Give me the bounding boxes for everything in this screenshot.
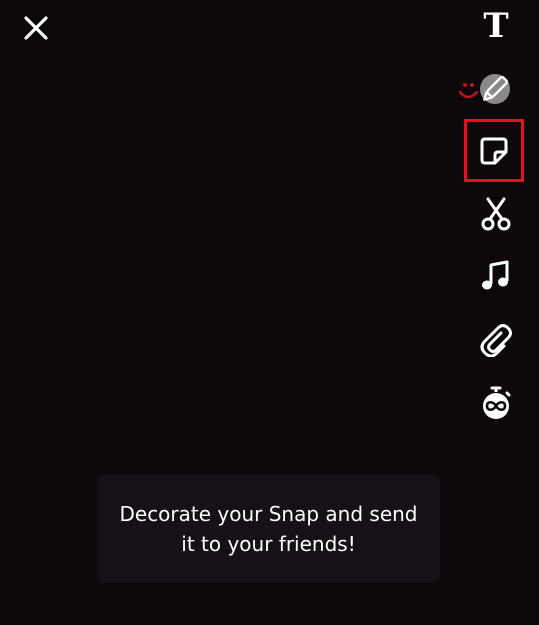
timer-infinity-icon <box>483 386 511 419</box>
scissors-tool-button[interactable] <box>470 188 522 240</box>
music-note-icon <box>482 260 509 290</box>
scissors-icon <box>481 197 511 231</box>
close-icon <box>24 16 48 40</box>
close-button[interactable] <box>18 10 54 46</box>
pencil-icon <box>458 74 510 104</box>
snap-editor-screen: T Decorate your Snap and send it to your… <box>0 0 539 625</box>
onboarding-tooltip: Decorate your Snap and send it to your f… <box>97 475 440 583</box>
tooltip-text: Decorate your Snap and send it to your f… <box>119 502 418 556</box>
timer-tool-button[interactable] <box>470 377 522 429</box>
draw-tool-button[interactable] <box>458 63 522 115</box>
sticker-icon <box>480 137 508 164</box>
text-tool-button[interactable]: T <box>470 0 522 52</box>
paperclip-icon <box>480 324 512 357</box>
attachment-tool-button[interactable] <box>470 314 522 366</box>
sticker-tool-button[interactable] <box>464 119 524 182</box>
music-tool-button[interactable] <box>470 250 522 302</box>
text-t-icon: T <box>483 6 509 46</box>
